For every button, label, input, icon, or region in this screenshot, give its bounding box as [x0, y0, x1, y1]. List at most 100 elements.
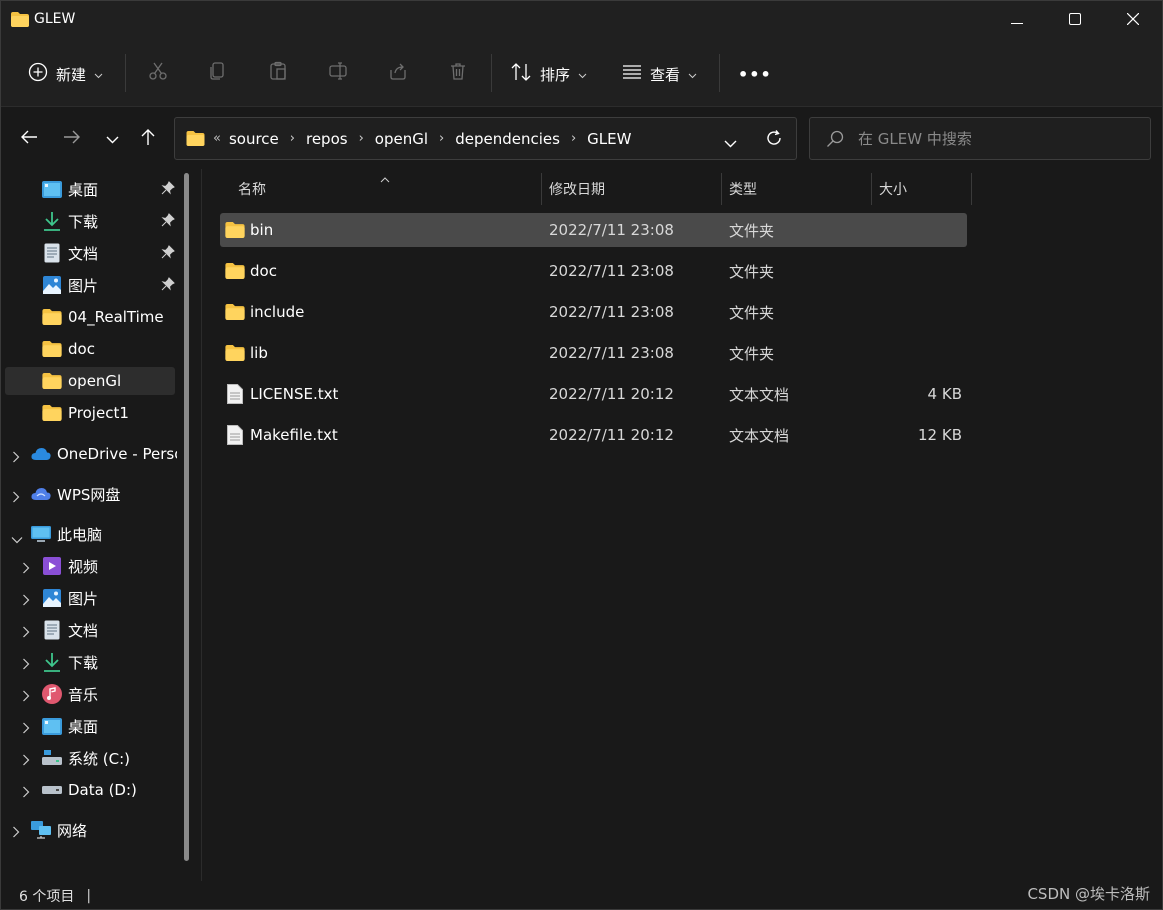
column-header-name[interactable]: 名称: [238, 173, 540, 205]
close-button[interactable]: [1104, 1, 1162, 39]
chevron-right-icon[interactable]: ›: [290, 131, 295, 146]
sidebar-item-documents[interactable]: 文档: [5, 239, 175, 267]
document-icon: [42, 243, 62, 263]
sidebar-item-label: WPS网盘: [57, 485, 121, 504]
back-button[interactable]: [17, 127, 41, 151]
breadcrumb-opengl[interactable]: openGl: [375, 130, 428, 148]
column-divider[interactable]: [721, 173, 722, 205]
file-type: 文本文档: [729, 426, 790, 445]
share-button[interactable]: [386, 61, 410, 85]
sidebar-item-downloads-pc[interactable]: 下载: [42, 648, 177, 676]
column-divider[interactable]: [971, 173, 972, 205]
chevron-right-icon[interactable]: ›: [359, 131, 364, 146]
column-header-size[interactable]: 大小: [879, 173, 969, 205]
search-input[interactable]: [858, 128, 1138, 150]
column-header-type[interactable]: 类型: [729, 173, 869, 205]
pictures-icon: [42, 275, 62, 295]
sidebar-scrollbar[interactable]: [184, 173, 189, 861]
file-name: lib: [250, 344, 268, 362]
trash-icon: [448, 61, 468, 85]
folder-icon: [42, 307, 62, 327]
column-header-date[interactable]: 修改日期: [549, 173, 719, 205]
breadcrumb-glew[interactable]: GLEW: [587, 130, 631, 148]
breadcrumb-repos[interactable]: repos: [306, 130, 348, 148]
cut-button[interactable]: [146, 61, 170, 85]
sidebar-item-drive-d[interactable]: Data (D:): [42, 776, 177, 804]
file-row[interactable]: LICENSE.txt 2022/7/11 20:12 文本文档 4 KB: [220, 377, 967, 411]
sidebar-item-desktop-pc[interactable]: 桌面: [42, 712, 177, 740]
sidebar-item-doc[interactable]: doc: [5, 335, 175, 363]
more-icon: •••: [738, 64, 772, 84]
view-button[interactable]: 查看: [622, 57, 697, 91]
file-row[interactable]: include 2022/7/11 23:08 文件夹: [220, 295, 967, 329]
chevron-right-icon[interactable]: [22, 784, 34, 798]
column-divider[interactable]: [871, 173, 872, 205]
breadcrumb-overflow[interactable]: «: [213, 131, 221, 146]
chevron-right-icon[interactable]: [12, 449, 24, 463]
refresh-button[interactable]: [765, 129, 783, 151]
sidebar-item-project1[interactable]: Project1: [5, 399, 175, 427]
delete-button[interactable]: [446, 61, 470, 85]
copy-button[interactable]: [206, 61, 230, 85]
chevron-right-icon[interactable]: [22, 560, 34, 574]
sidebar-item-onedrive[interactable]: OneDrive - Perso: [31, 440, 177, 468]
minimize-button[interactable]: [988, 1, 1046, 39]
sort-button[interactable]: 排序: [510, 57, 587, 91]
chevron-down-icon[interactable]: [11, 530, 23, 544]
sidebar-item-drive-c[interactable]: 系统 (C:): [42, 744, 177, 772]
maximize-button[interactable]: [1046, 1, 1104, 39]
chevron-right-icon[interactable]: [12, 489, 24, 503]
address-bar[interactable]: « source › repos › openGl › dependencies…: [174, 117, 797, 160]
chevron-right-icon[interactable]: ›: [571, 131, 576, 146]
sidebar-item-04-realtime[interactable]: 04_RealTime: [5, 303, 175, 331]
sidebar-item-label: 图片: [68, 589, 99, 608]
sidebar-item-this-pc[interactable]: 此电脑: [31, 520, 177, 548]
sidebar-item-wps[interactable]: WPS网盘: [31, 480, 177, 508]
chevron-right-icon[interactable]: [22, 752, 34, 766]
paste-button[interactable]: [266, 61, 290, 85]
sidebar-item-videos[interactable]: 视频: [42, 552, 177, 580]
sidebar-item-opengl[interactable]: openGl: [5, 367, 175, 395]
column-label: 修改日期: [549, 182, 605, 198]
chevron-right-icon[interactable]: [22, 624, 34, 638]
sidebar-item-pictures-pc[interactable]: 图片: [42, 584, 177, 612]
breadcrumb-dependencies[interactable]: dependencies: [455, 130, 560, 148]
chevron-right-icon[interactable]: [22, 656, 34, 670]
music-icon: [42, 684, 62, 704]
recent-locations-button[interactable]: [100, 127, 124, 151]
sidebar-item-desktop[interactable]: 桌面: [5, 175, 175, 203]
chevron-right-icon[interactable]: [22, 592, 34, 606]
search-box[interactable]: [809, 117, 1151, 160]
sidebar-item-label: doc: [68, 340, 95, 358]
status-separator: |: [86, 888, 92, 904]
arrow-left-icon: [20, 129, 38, 149]
watermark: CSDN @埃卡洛斯: [1027, 885, 1150, 903]
column-divider[interactable]: [541, 173, 542, 205]
file-row[interactable]: Makefile.txt 2022/7/11 20:12 文本文档 12 KB: [220, 418, 967, 452]
address-history-button[interactable]: [724, 134, 737, 152]
up-button[interactable]: [136, 127, 160, 151]
file-row[interactable]: bin 2022/7/11 23:08 文件夹: [220, 213, 967, 247]
file-row[interactable]: doc 2022/7/11 23:08 文件夹: [220, 254, 967, 288]
chevron-right-icon[interactable]: [22, 688, 34, 702]
sidebar-item-music[interactable]: 音乐: [42, 680, 177, 708]
sidebar-item-pictures[interactable]: 图片: [5, 271, 175, 299]
chevron-right-icon[interactable]: ›: [439, 131, 444, 146]
sidebar-item-label: OneDrive - Perso: [57, 445, 177, 463]
new-button[interactable]: 新建: [28, 57, 103, 91]
sort-icon: [510, 62, 532, 86]
chevron-right-icon[interactable]: [22, 720, 34, 734]
scrollbar-thumb[interactable]: [184, 173, 189, 861]
forward-button[interactable]: [60, 127, 84, 151]
sidebar-item-label: 图片: [68, 276, 99, 295]
sidebar-item-network[interactable]: 网络: [31, 816, 177, 844]
close-icon: [1126, 11, 1140, 29]
sidebar-item-downloads[interactable]: 下载: [5, 207, 175, 235]
sidebar-item-documents-pc[interactable]: 文档: [42, 616, 177, 644]
separator: [491, 54, 492, 92]
more-button[interactable]: •••: [738, 57, 772, 91]
file-row[interactable]: lib 2022/7/11 23:08 文件夹: [220, 336, 967, 370]
chevron-right-icon[interactable]: [12, 824, 24, 838]
breadcrumb-source[interactable]: source: [229, 130, 279, 148]
rename-button[interactable]: [326, 61, 350, 85]
